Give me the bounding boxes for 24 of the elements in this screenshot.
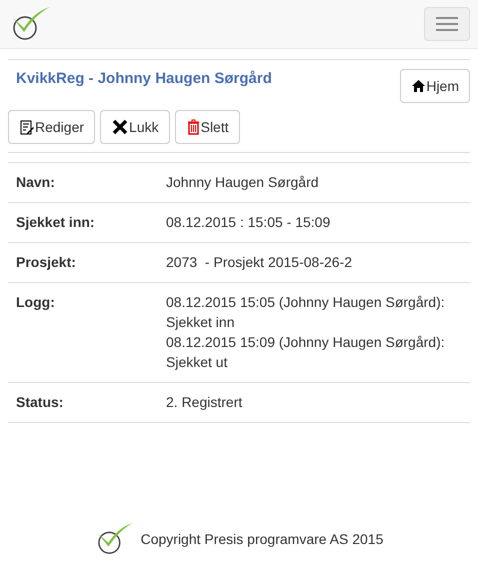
- field-value: Johnny Haugen Sørgård: [166, 173, 320, 192]
- field-value: 2. Registrert: [166, 393, 244, 412]
- field-value: Sjekket ut: [166, 353, 228, 372]
- field-value: 08.12.2015 15:09 (Johnny Haugen Sørgård):: [166, 333, 446, 352]
- menu-button[interactable]: [424, 7, 470, 41]
- edit-button[interactable]: Rediger: [8, 110, 96, 144]
- home-icon: [412, 80, 426, 92]
- delete-button[interactable]: Slett: [174, 110, 240, 144]
- field-value: Sjekket inn: [166, 313, 236, 332]
- field-label: Navn:: [16, 173, 56, 192]
- field-value: 08.12.2015 15:05 (Johnny Haugen Sørgård):: [166, 293, 446, 312]
- field-value: 08.12.2015 : 15:05 - 15:09: [166, 213, 332, 232]
- field-value: 2073 - Prosjekt 2015-08-26-2: [166, 253, 353, 272]
- trash-icon: [186, 119, 200, 135]
- field-label: Sjekket inn:: [16, 213, 96, 232]
- close-button[interactable]: Lukk: [100, 110, 170, 144]
- field-label: Logg:: [16, 293, 56, 312]
- field-label: Prosjekt:: [16, 253, 77, 272]
- close-icon: [112, 119, 128, 135]
- page-title: KvikkReg - Johnny Haugen Sørgård: [16, 69, 272, 87]
- home-button[interactable]: Hjem: [400, 69, 470, 103]
- edit-icon: [20, 120, 34, 134]
- field-label: Status:: [16, 393, 64, 412]
- copyright-text: Copyright Presis programvare AS 2015: [140, 531, 384, 547]
